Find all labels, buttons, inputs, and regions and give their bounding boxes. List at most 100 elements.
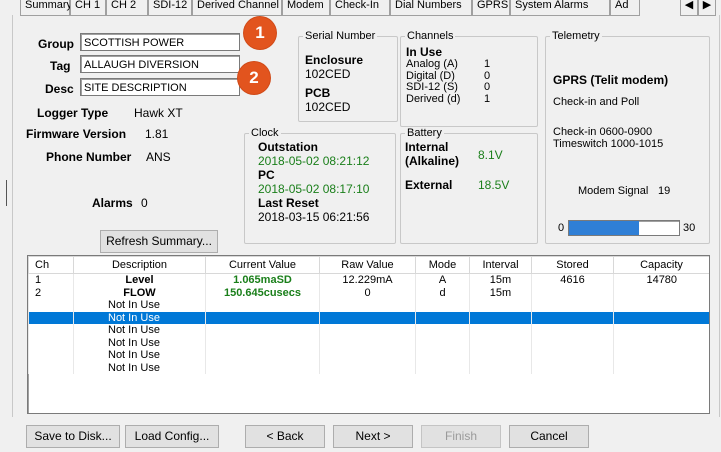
col-header-capacity[interactable]: Capacity — [613, 256, 709, 274]
refresh-summary-button[interactable]: Refresh Summary... — [100, 230, 218, 253]
tab-modem[interactable]: Modem — [282, 0, 330, 16]
cell-description: Not In Use — [73, 336, 206, 349]
last-reset-value: 2018-03-15 06:21:56 — [258, 210, 370, 224]
finish-button[interactable]: Finish — [421, 425, 501, 448]
tab-summary[interactable]: Summary — [20, 0, 72, 16]
cell-description: FLOW — [73, 286, 206, 299]
telemetry-modem: GPRS (Telit modem) — [553, 73, 669, 87]
tab-gprs[interactable]: GPRS — [472, 0, 510, 16]
cancel-button[interactable]: Cancel — [509, 425, 589, 448]
col-header-description[interactable]: Description — [73, 256, 206, 274]
table-row[interactable]: 1 Level 1.065maSD 12.229mA A 15m 4616 14… — [28, 273, 709, 287]
cell-mode — [415, 349, 470, 362]
cell-stored — [531, 299, 614, 312]
tab-advanced[interactable]: Ad — [610, 0, 640, 16]
tab-ch2[interactable]: CH 2 — [106, 0, 148, 16]
pc-label: PC — [258, 168, 275, 182]
cell-description: Not In Use — [73, 311, 206, 324]
telemetry-checkin: Check-in 0600-0900 — [553, 126, 653, 138]
channel-sdi12-label: SDI-12 (S) — [406, 81, 458, 93]
cell-stored — [531, 361, 614, 374]
load-config-button[interactable]: Load Config... — [125, 425, 219, 448]
cell-ch — [28, 324, 74, 337]
cell-current-value — [205, 349, 320, 362]
cell-raw-value — [319, 311, 416, 324]
table-row[interactable]: Not In Use — [28, 361, 709, 374]
channels-in-use-heading: In Use — [406, 45, 443, 59]
cell-stored — [531, 286, 614, 299]
tab-system-alarms[interactable]: System Alarms — [510, 0, 610, 16]
col-header-raw-value[interactable]: Raw Value — [319, 256, 416, 274]
tab-scroll-left-icon[interactable]: ◀ — [680, 0, 698, 16]
channel-table-container[interactable]: Ch Description Current Value Raw Value M… — [27, 255, 710, 414]
col-header-current-value[interactable]: Current Value — [205, 256, 320, 274]
serial-number-legend: Serial Number — [305, 30, 376, 42]
table-row[interactable]: Not In Use — [28, 349, 709, 362]
table-row[interactable]: Not In Use — [28, 299, 709, 312]
group-field[interactable]: SCOTTISH POWER — [80, 33, 240, 51]
cell-mode — [415, 311, 470, 324]
alarms-value: 0 — [141, 196, 148, 210]
tab-check-in[interactable]: Check-In — [330, 0, 390, 16]
channel-analog-value: 1 — [484, 58, 491, 70]
cell-current-value — [205, 311, 320, 324]
telemetry-mode: Check-in and Poll — [553, 96, 640, 108]
battery-internal-sub: (Alkaline) — [405, 154, 460, 168]
col-header-ch[interactable]: Ch — [28, 256, 74, 274]
cell-ch — [28, 361, 74, 374]
tab-scroll-right-icon[interactable]: ▶ — [698, 0, 716, 16]
tab-ch1[interactable]: CH 1 — [70, 0, 106, 16]
channel-derived-value: 1 — [484, 92, 491, 105]
cell-ch — [28, 349, 74, 362]
telemetry-timeswitch: Timeswitch 1000-1015 — [553, 138, 664, 150]
cell-description: Level — [73, 273, 206, 287]
desc-field[interactable]: SITE DESCRIPTION — [80, 78, 240, 96]
tag-field[interactable]: ALLAUGH DIVERSION — [80, 55, 240, 73]
back-button[interactable]: < Back — [245, 425, 325, 448]
col-header-interval[interactable]: Interval — [469, 256, 532, 274]
tab-dial-numbers[interactable]: Dial Numbers — [390, 0, 472, 16]
channel-derived-label: Derived (d) — [406, 92, 461, 105]
col-header-stored[interactable]: Stored — [531, 256, 614, 274]
cell-current-value: 1.065maSD — [205, 273, 320, 287]
last-reset-label: Last Reset — [258, 196, 319, 210]
table-row[interactable]: Not In Use — [28, 336, 709, 349]
cell-current-value: 150.645cusecs — [205, 286, 320, 299]
phone-label: Phone Number — [46, 150, 132, 164]
cell-mode — [415, 324, 470, 337]
table-row[interactable]: 2 FLOW 150.645cusecs 0 d 15m — [28, 286, 709, 299]
table-row[interactable]: Not In Use — [28, 324, 709, 337]
cell-capacity — [613, 349, 709, 362]
cell-interval: 15m — [469, 286, 532, 299]
cell-ch: 2 — [28, 286, 74, 299]
next-button[interactable]: Next > — [333, 425, 413, 448]
cell-mode: d — [415, 286, 470, 299]
cell-capacity — [613, 299, 709, 312]
tab-derived-channel[interactable]: Derived Channel — [192, 0, 282, 16]
battery-internal-value: 8.1V — [478, 148, 503, 162]
cell-raw-value — [319, 349, 416, 362]
annotation-badge-2: 2 — [238, 62, 270, 94]
window-edge-marker — [6, 180, 7, 206]
battery-external-label: External — [405, 178, 453, 192]
phone-value: ANS — [146, 150, 171, 164]
tab-sdi12[interactable]: SDI-12 — [148, 0, 192, 16]
alarms-label: Alarms — [92, 196, 133, 210]
cell-raw-value — [319, 361, 416, 374]
firmware-value: 1.81 — [145, 127, 169, 141]
firmware-label: Firmware Version — [26, 127, 127, 141]
save-to-disk-button[interactable]: Save to Disk... — [26, 425, 120, 448]
cell-capacity — [613, 336, 709, 349]
table-row[interactable]: Not In Use — [28, 311, 709, 324]
channels-legend: Channels — [407, 30, 454, 42]
channels-list: Analog (A) Digital (D) SDI-12 (S) Derive… — [406, 58, 461, 105]
cell-current-value — [205, 361, 320, 374]
cell-interval — [469, 361, 532, 374]
tag-label: Tag — [50, 59, 71, 73]
cell-raw-value: 0 — [319, 286, 416, 299]
telemetry-legend: Telemetry — [552, 30, 600, 42]
cell-description: Not In Use — [73, 349, 206, 362]
cell-mode — [415, 361, 470, 374]
cell-interval — [469, 349, 532, 362]
col-header-mode[interactable]: Mode — [415, 256, 470, 274]
